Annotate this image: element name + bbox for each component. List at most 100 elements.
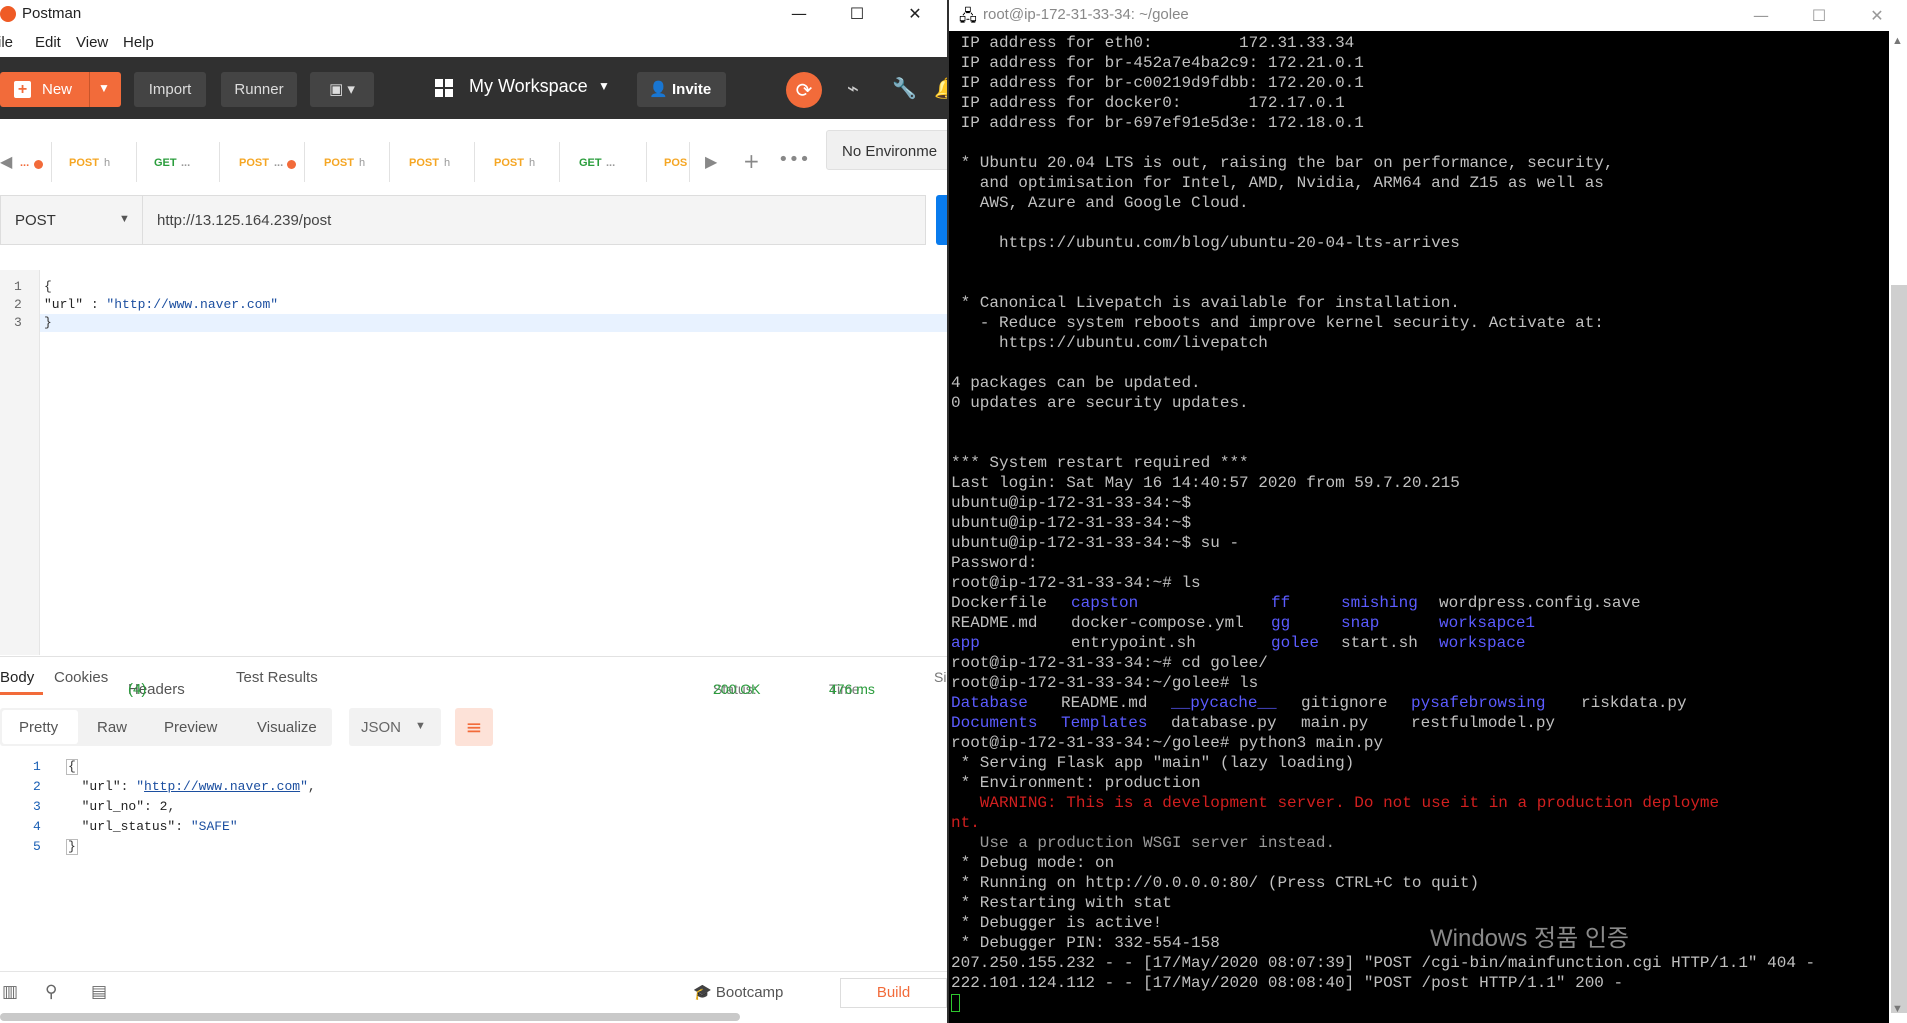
tabs-scroll-right-icon[interactable]: ▶ [705,152,717,171]
find-icon[interactable]: ⚲ [45,982,57,1002]
code-line: } [66,839,78,855]
terminal-line: * Serving Flask app "main" (lazy loading… [951,754,1355,772]
pretty-button[interactable]: Pretty [2,710,78,744]
request-tab[interactable]: POST h [480,142,560,182]
graduation-cap-icon: 🎓 [693,984,712,1001]
bell-icon[interactable]: 🔔 [934,76,947,100]
response-toolbar: Pretty Raw Preview Visualize JSON ▼ ≡ [0,706,947,750]
file-entry: README.md [951,614,1038,632]
terminal-line: root@ip-172-31-33-34:~/golee# python3 ma… [951,734,1384,752]
size-label: Si [934,669,947,685]
build-button[interactable]: Build [840,978,947,1008]
method-select[interactable]: POST ▼ [0,195,143,245]
runner-button[interactable]: Runner [221,72,297,107]
directory-entry: __pycache__ [1171,694,1277,712]
chevron-down-icon: ▼ [415,720,426,732]
terminal-line: 0 updates are security updates. [951,394,1249,412]
directory-entry: workspace [1439,634,1526,652]
directory-entry: smishing [1341,594,1418,612]
scroll-down-icon[interactable]: ▼ [1892,1003,1903,1015]
file-entry: database.py [1171,714,1277,732]
terminal-line: Use a production WSGI server instead. [951,834,1336,852]
file-entry: start.sh [1341,634,1418,652]
format-select[interactable]: JSON ▼ [349,708,441,746]
tab-cookies[interactable]: Cookies [54,669,108,686]
environment-select[interactable]: No Environme [826,130,947,170]
tab-test-results[interactable]: Test Results [236,669,318,686]
wrap-lines-icon[interactable]: ≡ [455,708,493,746]
request-tab[interactable]: ... [10,142,52,182]
request-tab[interactable]: GET ... [565,142,647,182]
terminal-line: Last login: Sat May 16 14:40:57 2020 fro… [951,474,1460,492]
menu-view[interactable]: View [76,34,108,51]
preview-button[interactable]: Preview [164,719,217,736]
wrench-icon[interactable]: 🔧 [892,76,917,100]
code-line: "url": "http://www.naver.com", [81,779,316,794]
satellite-icon[interactable]: ⌁ [847,76,859,100]
terminal-line: - Reduce system reboots and improve kern… [951,314,1604,332]
bootcamp-button[interactable]: 🎓 Bootcamp [693,983,783,1001]
request-tab[interactable]: POST ... [225,142,305,182]
request-tab[interactable]: POST h [395,142,475,182]
visualize-button[interactable]: Visualize [257,719,317,736]
terminal-line: * Canonical Livepatch is available for i… [951,294,1460,312]
directory-entry: gg [1271,614,1291,632]
menu-edit[interactable]: Edit [35,34,61,51]
sidebar-toggle-icon[interactable]: ▥ [2,982,18,1002]
terminal-line: https://ubuntu.com/livepatch [951,334,1268,352]
tab-body[interactable]: Body [0,669,34,686]
terminal-line: * Debugger is active! [951,914,1163,932]
sync-icon[interactable]: ⟳ [786,72,822,108]
request-url-bar: POST ▼ http://13.125.164.239/post [0,195,947,247]
add-tab-icon[interactable]: + [743,149,760,173]
maximize-icon[interactable]: ☐ [828,0,886,28]
terminal-line: WARNING: This is a development server. D… [951,794,1720,812]
vertical-scrollbar[interactable]: ▲ ▼ [1889,31,1907,1023]
import-button[interactable]: Import [134,72,206,107]
code-line: } [44,315,52,330]
chevron-down-icon[interactable]: ▼ [98,81,110,95]
new-button[interactable]: + New ▼ [0,72,121,107]
terminal-output[interactable]: IP address for eth0: 172.31.33.34 IP add… [949,33,1889,1023]
scroll-up-icon[interactable]: ▲ [1892,35,1903,47]
plus-icon: + [14,81,31,98]
request-tab[interactable]: GET ... [140,142,220,182]
raw-button[interactable]: Raw [97,719,127,736]
putty-icon: 🖧 [959,6,977,25]
maximize-icon[interactable]: ☐ [1790,0,1848,31]
menu-file[interactable]: ile [0,34,13,51]
request-tab[interactable]: POST h [55,142,137,182]
request-tab[interactable]: POST h [310,142,390,182]
postman-logo-icon [0,6,16,22]
directory-entry: Documents [951,714,1038,732]
close-icon[interactable]: ✕ [886,0,944,28]
url-input[interactable]: http://13.125.164.239/post [143,195,926,245]
toolbar: + New ▼ Import Runner ▣ ▾ My Workspace ▼… [0,57,947,119]
invite-button[interactable]: 👤 Invite [637,72,726,107]
minimize-icon[interactable]: — [770,0,828,28]
terminal-line: *** System restart required *** [951,454,1249,472]
new-window-button[interactable]: ▣ ▾ [310,72,374,107]
request-tab[interactable]: POS [650,142,690,182]
console-icon[interactable]: ▤ [91,982,107,1002]
file-entry: README.md [1061,694,1148,712]
more-icon[interactable]: ••• [778,149,810,170]
terminal-line: 4 packages can be updated. [951,374,1201,392]
horizontal-scrollbar[interactable] [0,1013,740,1021]
menu-help[interactable]: Help [123,34,154,51]
unsaved-dot-icon [34,160,43,169]
terminal-line: app entrypoint.sh golee start.sh workspace [951,633,1891,653]
terminal-line: * Debugger PIN: 332-554-158 [951,934,1220,952]
send-button[interactable] [936,195,947,245]
terminal-line: README.md docker-compose.yml gg snap worksap… [951,613,1891,633]
request-body-editor[interactable]: 1 2 3 { "url" : "http://www.naver.com" } [0,270,947,655]
postman-window: Postman — ☐ ✕ ile Edit View Help + New ▼… [0,0,947,1023]
unsaved-dot-icon [287,160,296,169]
terminal-line: root@ip-172-31-33-34:~# ls [951,574,1201,592]
close-icon[interactable]: ✕ [1848,0,1906,31]
scrollbar-thumb[interactable] [1891,285,1907,1013]
minimize-icon[interactable]: — [1732,0,1790,31]
code-line: { [44,279,52,294]
add-user-icon: 👤 [649,81,668,98]
directory-entry: worksapce1 [1439,614,1536,632]
